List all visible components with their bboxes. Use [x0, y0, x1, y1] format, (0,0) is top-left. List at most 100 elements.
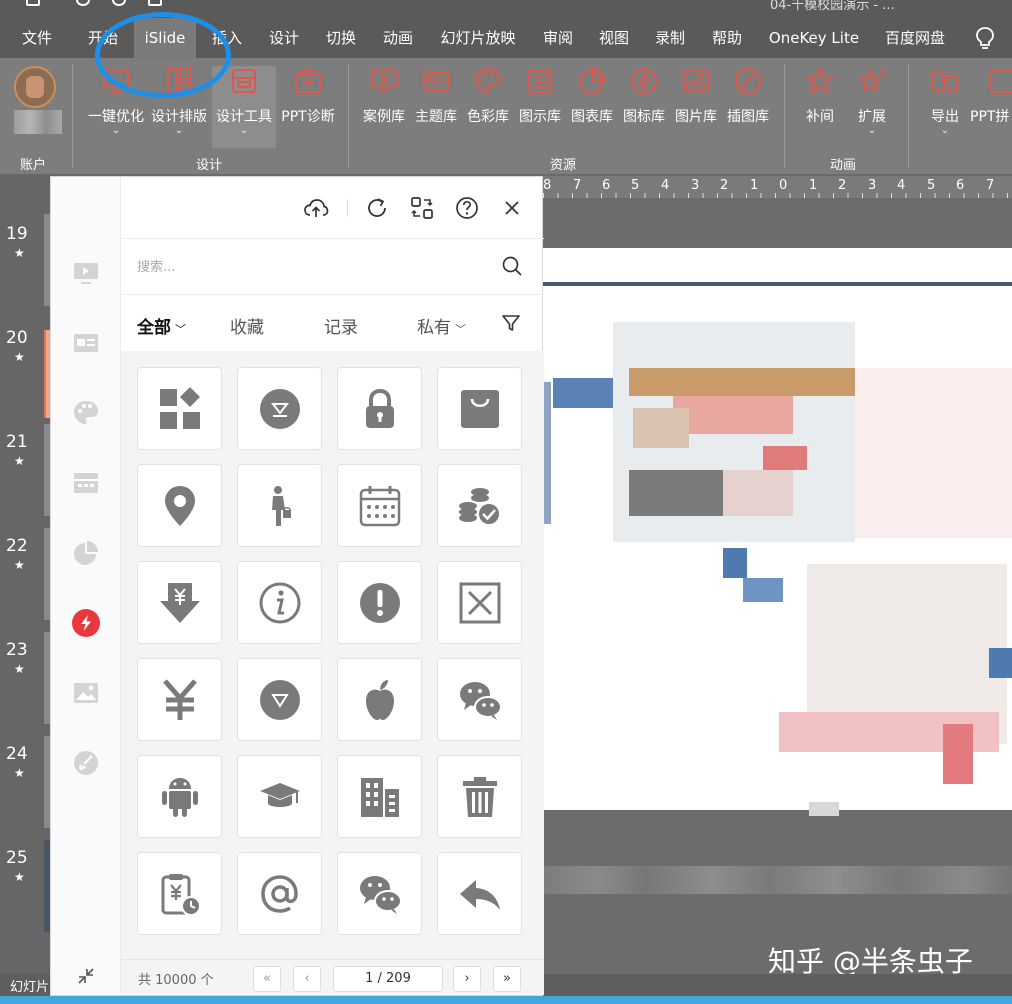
- panel-header: [121, 177, 544, 239]
- prev-page-button[interactable]: ‹: [293, 966, 321, 992]
- icon-tile-yen-down[interactable]: [137, 561, 222, 644]
- diagram-library-button[interactable]: 图示库: [514, 66, 566, 126]
- tab-help[interactable]: 帮助: [705, 18, 749, 58]
- presentation-icon[interactable]: [72, 259, 100, 287]
- slide-editor-area[interactable]: [543, 198, 1012, 974]
- save-icon[interactable]: [26, 0, 40, 6]
- avatar[interactable]: [14, 66, 56, 108]
- palette-icon[interactable]: [72, 399, 100, 427]
- icon-tile-clipboard-yen[interactable]: [137, 852, 222, 935]
- tab-islide[interactable]: iSlide: [134, 18, 196, 58]
- icon-tile-at[interactable]: [237, 852, 322, 935]
- icon-tile-wechat-2[interactable]: [337, 852, 422, 935]
- document-title: 04-千模校园演示 - ...: [770, 0, 895, 13]
- tab-design[interactable]: 设计: [262, 18, 306, 58]
- lightbulb-icon[interactable]: [975, 26, 995, 52]
- filter-favorites[interactable]: 收藏: [230, 313, 264, 338]
- tab-view[interactable]: 视图: [592, 18, 636, 58]
- help-icon[interactable]: [454, 195, 480, 221]
- wechat-icon: [460, 682, 502, 720]
- icon-tile-shopping-bag[interactable]: [437, 367, 522, 450]
- icon-tile-building[interactable]: [337, 755, 422, 838]
- tween-button[interactable]: 补间: [796, 66, 844, 126]
- collapse-icon[interactable]: [77, 967, 95, 985]
- icon-tile-close-box[interactable]: [437, 561, 522, 644]
- image-library-button[interactable]: 图片库: [670, 66, 722, 126]
- tab-animation[interactable]: 动画: [376, 18, 420, 58]
- illustration-library-button[interactable]: 插图库: [722, 66, 774, 126]
- design-layout-button[interactable]: 设计排版 ⌄: [148, 66, 210, 136]
- slide-canvas[interactable]: [543, 248, 1012, 810]
- theme-library-button[interactable]: 主题库: [410, 66, 462, 126]
- one-click-optimize-button[interactable]: 一键优化 ⌄: [84, 66, 148, 136]
- icon-tile-apps[interactable]: [137, 367, 222, 450]
- diagram-icon[interactable]: [72, 469, 100, 497]
- exclamation-circle-icon: [360, 583, 400, 623]
- page-indicator[interactable]: 1 / 209: [333, 966, 443, 992]
- lightning-icon[interactable]: [72, 609, 100, 637]
- search-icon[interactable]: [501, 255, 523, 277]
- icon-tile-calendar[interactable]: [337, 464, 422, 547]
- icon-tile-info[interactable]: [237, 561, 322, 644]
- icon-tile-trash[interactable]: [437, 755, 522, 838]
- tab-transition[interactable]: 切换: [318, 18, 364, 58]
- refresh-icon[interactable]: [364, 195, 390, 221]
- ppt-diagnosis-button[interactable]: PPT诊断: [278, 66, 338, 126]
- slide-thumbnail-panel[interactable]: 19 ★ 20 ★ 21 ★ 22 ★ 23 ★ 24 ★ 25 ★: [0, 174, 52, 974]
- icon-tile-location[interactable]: [137, 464, 222, 547]
- tab-onekey-lite[interactable]: OneKey Lite: [764, 18, 864, 58]
- tab-slideshow[interactable]: 幻灯片放映: [434, 18, 522, 58]
- undo-icon[interactable]: [76, 0, 90, 6]
- first-page-button[interactable]: «: [253, 966, 281, 992]
- tab-file[interactable]: 文件: [14, 18, 60, 58]
- icon-tile-download-circle[interactable]: [237, 367, 322, 450]
- redo-icon[interactable]: [112, 0, 126, 6]
- icon-tile-graduation[interactable]: [237, 755, 322, 838]
- pie-chart-icon[interactable]: [72, 539, 100, 567]
- tab-insert[interactable]: 插入: [204, 18, 250, 58]
- icon-library-button[interactable]: 图标库: [618, 66, 670, 126]
- tools-icon: [232, 69, 256, 93]
- extend-button[interactable]: 扩展 ⌄: [848, 66, 896, 136]
- tab-home[interactable]: 开始: [80, 18, 126, 58]
- filter-funnel-icon[interactable]: [501, 313, 521, 333]
- icon-tile-lock[interactable]: [337, 367, 422, 450]
- coins-check-icon: [459, 488, 501, 526]
- case-library-button[interactable]: 案例库: [358, 66, 410, 126]
- export-button[interactable]: 导出 ⌄: [920, 66, 970, 136]
- replace-icon[interactable]: [409, 195, 435, 221]
- ppt-merge-button[interactable]: PPT拼: [970, 66, 1012, 126]
- filter-private[interactable]: 私有 ﹀: [417, 313, 466, 338]
- next-page-button[interactable]: ›: [453, 966, 481, 992]
- icon-tile-wechat[interactable]: [437, 658, 522, 741]
- icon-tile-coins-check[interactable]: [437, 464, 522, 547]
- tab-baidu-netdisk[interactable]: 百度网盘: [878, 18, 952, 58]
- android-icon: [162, 778, 198, 817]
- icon-tile-reply[interactable]: [437, 852, 522, 935]
- download-circle-icon: [260, 389, 300, 429]
- apps-grid-icon: [160, 387, 200, 429]
- theme-card-icon[interactable]: [72, 329, 100, 357]
- design-tools-button[interactable]: 设计工具 ⌄: [212, 66, 276, 148]
- icon-tile-person-shopping[interactable]: [237, 464, 322, 547]
- color-library-button[interactable]: 色彩库: [462, 66, 514, 126]
- chart-library-button[interactable]: 图表库: [566, 66, 618, 126]
- brush-icon[interactable]: [72, 749, 100, 777]
- filter-all[interactable]: 全部 ﹀: [137, 313, 186, 338]
- touch-mode-icon[interactable]: [148, 0, 162, 6]
- icon-tile-apple[interactable]: [337, 658, 422, 741]
- icon-tile-exclamation[interactable]: [337, 561, 422, 644]
- presentation-icon: [371, 70, 397, 92]
- slide-number: 22: [6, 536, 28, 556]
- icon-tile-yen[interactable]: [137, 658, 222, 741]
- cloud-upload-icon[interactable]: [303, 195, 329, 221]
- icon-tile-android[interactable]: [137, 755, 222, 838]
- close-icon[interactable]: [499, 195, 525, 221]
- image-icon[interactable]: [72, 679, 100, 707]
- search-input[interactable]: [137, 253, 497, 281]
- tab-record[interactable]: 录制: [648, 18, 692, 58]
- tab-review[interactable]: 审阅: [536, 18, 580, 58]
- last-page-button[interactable]: »: [493, 966, 521, 992]
- filter-history[interactable]: 记录: [324, 313, 358, 338]
- icon-tile-triangle-down[interactable]: [237, 658, 322, 741]
